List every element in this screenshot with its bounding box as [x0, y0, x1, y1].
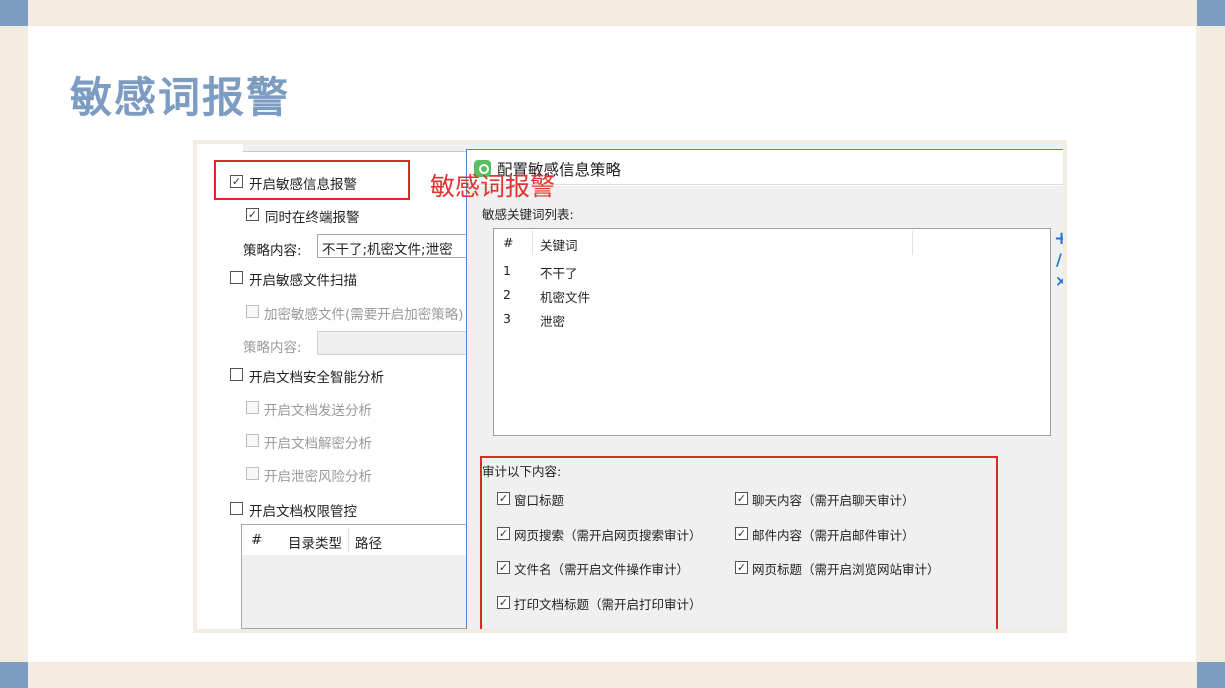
directory-table: # 目录类型 路径	[241, 524, 481, 629]
file-scan-checkbox[interactable]	[230, 271, 243, 284]
corner-decoration-br	[1197, 662, 1225, 688]
keyword-list-label: 敏感关键词列表:	[482, 207, 574, 222]
keyword-row-num: 1	[503, 263, 511, 278]
policy-label-2: 策略内容:	[243, 340, 302, 356]
doc-decrypt-label: 开启文档解密分析	[264, 436, 372, 452]
slide: 敏感词报警 ✓ 开启敏感信息报警 ✓ 同时在终端报警 策略内容: 不干了;机密文…	[0, 0, 1225, 688]
doc-send-checkbox[interactable]	[246, 401, 259, 414]
doc-perm-checkbox[interactable]	[230, 502, 243, 515]
screenshot-frame: ✓ 开启敏感信息报警 ✓ 同时在终端报警 策略内容: 不干了;机密文件;泄密 开…	[193, 140, 1067, 633]
doc-ai-checkbox[interactable]	[230, 368, 243, 381]
edit-icon[interactable]: /	[1056, 250, 1062, 269]
keyword-row-text: 不干了	[540, 266, 578, 281]
dir-col-sep	[348, 528, 349, 552]
keyword-row[interactable]: 2 机密文件	[494, 284, 1050, 308]
keyword-list[interactable]: # 关键词 1 不干了 2 机密文件 3 泄密	[493, 228, 1051, 436]
terminal-alert-label: 同时在终端报警	[265, 210, 360, 226]
keyword-row-num: 2	[503, 287, 511, 302]
annotation-text: 敏感词报警	[430, 172, 556, 201]
policy-label: 策略内容:	[243, 243, 302, 259]
header-separator	[532, 231, 533, 255]
dir-col-path[interactable]: 路径	[355, 532, 382, 552]
encrypt-files-checkbox[interactable]	[246, 305, 259, 318]
dir-col-type[interactable]: 目录类型	[288, 532, 342, 552]
file-scan-label: 开启敏感文件扫描	[249, 273, 357, 289]
keyword-row-text: 机密文件	[540, 290, 591, 305]
dialog-titlebar: 配置敏感信息策略	[467, 150, 1063, 185]
slide-title: 敏感词报警	[70, 73, 291, 122]
corner-decoration-tl	[0, 0, 28, 26]
corner-decoration-tr	[1197, 0, 1225, 26]
header-separator	[912, 231, 913, 255]
corner-decoration-bl	[0, 662, 28, 688]
encrypt-files-label: 加密敏感文件(需要开启加密策略)	[264, 307, 464, 323]
delete-icon[interactable]: ×	[1055, 272, 1063, 290]
policy-input-2[interactable]	[317, 331, 477, 355]
keyword-row-text: 泄密	[540, 314, 566, 329]
add-icon[interactable]: +	[1054, 228, 1063, 249]
keyword-row-num: 3	[503, 311, 511, 326]
screenshot: ✓ 开启敏感信息报警 ✓ 同时在终端报警 策略内容: 不干了;机密文件;泄密 开…	[197, 144, 1063, 629]
highlight-box-audit	[480, 456, 998, 629]
policy-input[interactable]: 不干了;机密文件;泄密	[317, 234, 477, 258]
terminal-alert-checkbox[interactable]: ✓	[246, 208, 259, 221]
config-dialog: 配置敏感信息策略 敏感关键词列表: # 关键词 1 不干了 2 机密文件 3 泄…	[466, 149, 1063, 629]
policy-value: 不干了;机密文件;泄密	[322, 242, 453, 258]
directory-table-header: # 目录类型 路径	[242, 525, 480, 555]
doc-ai-label: 开启文档安全智能分析	[249, 370, 384, 386]
keyword-row[interactable]: 3 泄密	[494, 308, 1050, 332]
keyword-col-keyword[interactable]: 关键词	[540, 235, 578, 254]
leak-risk-checkbox[interactable]	[246, 467, 259, 480]
keyword-col-num[interactable]: #	[503, 235, 513, 250]
highlight-box-alert	[214, 160, 410, 200]
doc-send-label: 开启文档发送分析	[264, 403, 372, 419]
leak-risk-label: 开启泄密风险分析	[264, 469, 372, 485]
doc-perm-label: 开启文档权限管控	[249, 504, 357, 520]
dir-col-num[interactable]: #	[251, 532, 262, 548]
doc-decrypt-checkbox[interactable]	[246, 434, 259, 447]
keyword-row[interactable]: 1 不干了	[494, 260, 1050, 284]
keyword-list-header: # 关键词	[494, 229, 1050, 257]
